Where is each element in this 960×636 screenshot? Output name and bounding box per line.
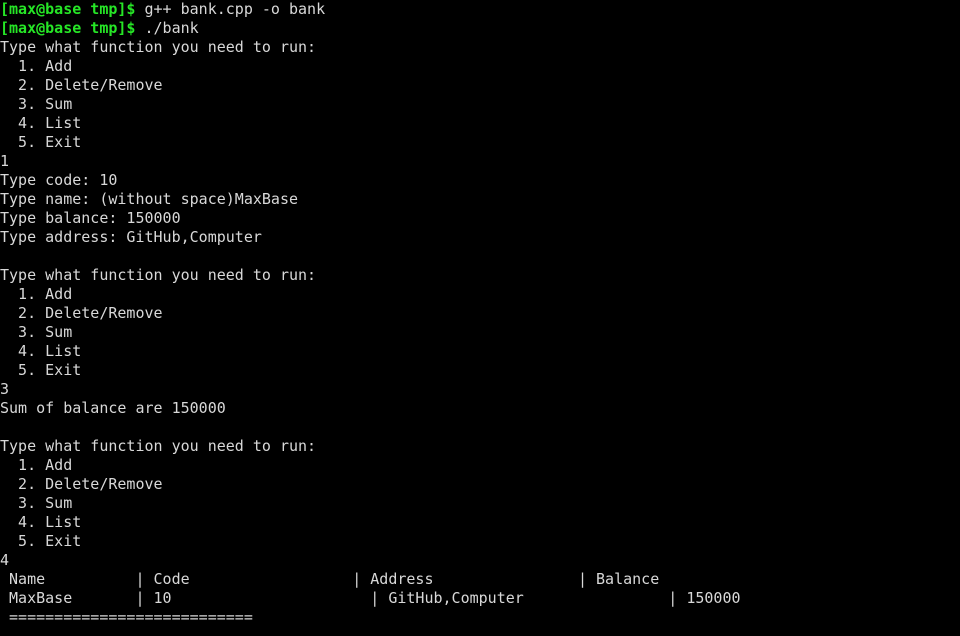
terminal-output-line: Type address: GitHub,Computer: [0, 228, 960, 247]
program-output-text: 1. Add: [0, 456, 73, 474]
shell-command-text: g++ bank.cpp -o bank: [135, 0, 326, 18]
terminal-output-line: 3: [0, 380, 960, 399]
program-output-text: MaxBase | 10 | GitHub,Computer | 150000: [0, 589, 741, 607]
program-output-text: 5. Exit: [0, 532, 82, 550]
program-output-text: 1: [0, 152, 10, 170]
program-output-text: 5. Exit: [0, 361, 82, 379]
terminal-output-line: 3. Sum: [0, 323, 960, 342]
program-output-text: 3. Sum: [0, 95, 73, 113]
terminal-output-line: Type what function you need to run:: [0, 38, 960, 57]
program-output-text: Type address: GitHub,Computer: [0, 228, 262, 246]
program-output-text: 5. Exit: [0, 133, 82, 151]
shell-command-text: ./bank: [135, 19, 199, 37]
program-output-text: Type what function you need to run:: [0, 38, 317, 56]
terminal-output-line: 3. Sum: [0, 494, 960, 513]
terminal-output-line: 2. Delete/Remove: [0, 76, 960, 95]
shell-prompt: [max@base tmp]$: [0, 19, 136, 37]
program-output-text: 3. Sum: [0, 323, 73, 341]
terminal-output-line: Type name: (without space)MaxBase: [0, 190, 960, 209]
terminal-command-line: [max@base tmp]$ g++ bank.cpp -o bank: [0, 0, 960, 19]
terminal-output-line: 4. List: [0, 114, 960, 133]
program-output-text: 2. Delete/Remove: [0, 76, 163, 94]
terminal-output-line: 5. Exit: [0, 133, 960, 152]
program-output-text: 3. Sum: [0, 494, 73, 512]
terminal-command-line: [max@base tmp]$ ./bank: [0, 19, 960, 38]
shell-prompt: [max@base tmp]$: [0, 0, 136, 18]
terminal-output-line: 1. Add: [0, 285, 960, 304]
terminal-output-line: 1. Add: [0, 456, 960, 475]
terminal-output-line: Type what function you need to run:: [0, 437, 960, 456]
program-output-text: Name | Code | Address | Balance: [0, 570, 660, 588]
program-output-text: Type name: (without space)MaxBase: [0, 190, 299, 208]
program-output-text: Type what function you need to run:: [0, 266, 317, 284]
program-output-text: 4. List: [0, 114, 82, 132]
terminal-output-line: ===========================: [0, 608, 960, 627]
terminal-output-line: Type what function you need to run:: [0, 266, 960, 285]
program-output-text: Sum of balance are 150000: [0, 399, 226, 417]
terminal-output-line: 1: [0, 152, 960, 171]
program-output-text: Type balance: 150000: [0, 209, 181, 227]
program-output-text: Type code: 10: [0, 171, 118, 189]
program-output-text: 4. List: [0, 513, 82, 531]
terminal-output-line: Type code: 10: [0, 171, 960, 190]
terminal-output-line: Name | Code | Address | Balance: [0, 570, 960, 589]
terminal-output-line: 4: [0, 551, 960, 570]
terminal-output-line: MaxBase | 10 | GitHub,Computer | 150000: [0, 589, 960, 608]
program-output-text: 4: [0, 551, 10, 569]
program-output-text: 1. Add: [0, 57, 73, 75]
terminal-output-line: 1. Add: [0, 57, 960, 76]
terminal-output-line: 3. Sum: [0, 95, 960, 114]
terminal-output-line: 5. Exit: [0, 361, 960, 380]
program-output-text: Type what function you need to run:: [0, 437, 317, 455]
terminal-screen[interactable]: [max@base tmp]$ g++ bank.cpp -o bank [max…: [0, 0, 960, 636]
program-output-text: 2. Delete/Remove: [0, 475, 163, 493]
terminal-output-line: 5. Exit: [0, 532, 960, 551]
terminal-output-line: 4. List: [0, 513, 960, 532]
terminal-output-line: Type balance: 150000: [0, 209, 960, 228]
program-output-text: 4. List: [0, 342, 82, 360]
program-output-text: 2. Delete/Remove: [0, 304, 163, 322]
terminal-output-line: 2. Delete/Remove: [0, 304, 960, 323]
program-output-text: 3: [0, 380, 10, 398]
program-output-text: ===========================: [0, 608, 253, 626]
terminal-output-line: Sum of balance are 150000: [0, 399, 960, 418]
terminal-output-line: 2. Delete/Remove: [0, 475, 960, 494]
terminal-output-line: 4. List: [0, 342, 960, 361]
program-output-text: 1. Add: [0, 285, 73, 303]
